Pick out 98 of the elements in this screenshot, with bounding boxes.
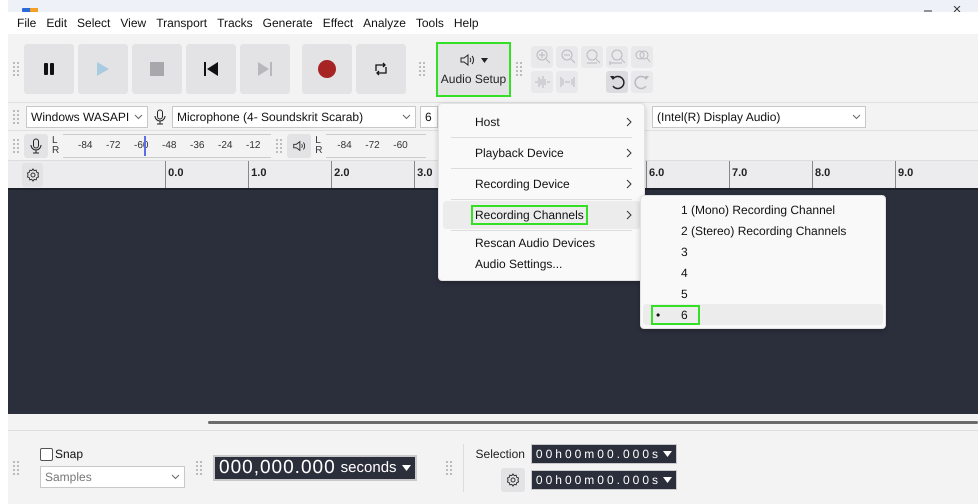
microphone-icon [30,138,42,154]
host-select[interactable]: Windows WASAPI [26,106,148,128]
settings-icon [26,168,40,182]
skip-end-icon [258,62,272,76]
selection-label: Selection [476,446,525,460]
meter-tick-label: -72 [105,140,122,151]
caret-icon [402,114,411,120]
grip-handle[interactable] [12,110,20,124]
chevron-right-icon [626,117,632,127]
playback-meter[interactable]: -84 -72 -60 [326,134,426,158]
menu-item[interactable]: Effect [318,16,358,30]
horizontal-scrollbar[interactable] [208,420,978,424]
caret-icon [852,114,861,120]
app-logo-icon [22,8,38,12]
settings-button[interactable] [500,468,525,492]
meter-tick-label: -48 [161,140,178,151]
menu-item[interactable]: Generate [258,16,318,30]
settings-icon [506,472,520,486]
pause-button[interactable] [24,44,74,94]
grip-handle[interactable] [418,62,426,76]
speaker-icon [292,138,306,152]
trim-icon [534,74,550,88]
menu-item[interactable]: 2 (Stereo) Recording Channels [643,220,883,241]
menu-item[interactable]: • 6 [643,304,883,325]
grip-handle[interactable] [444,460,453,474]
grip-handle[interactable] [12,138,20,152]
meter-tick-label: -60 [392,140,409,151]
zoom-out-icon [558,48,576,65]
record-button[interactable] [302,44,352,94]
tool-button[interactable] [606,70,628,92]
caret-icon [134,114,143,120]
menu-item[interactable]: 3 [643,241,883,262]
zoom-fit-icon [584,48,600,65]
chevron-right-icon [626,148,632,158]
chevron-right-icon [626,179,632,189]
record-meter-button[interactable] [24,134,48,158]
menu-item[interactable]: Audio Settings... [443,253,640,274]
play-icon [96,61,110,77]
menu-item[interactable]: Host [443,108,640,136]
pause-icon [43,62,55,76]
menu-item[interactable]: Analyze [358,16,411,30]
undo-icon [609,74,625,90]
grip-handle[interactable] [12,460,20,474]
selection-end-field[interactable]: 00h00m00.000s [530,470,677,490]
snap-unit-select[interactable]: Samples [40,466,185,488]
grip-handle[interactable] [195,460,203,474]
channel-labels: L R [52,136,60,156]
menu-item[interactable]: Edit [41,16,72,30]
audio-setup-button[interactable]: Audio Setup [436,42,511,96]
caret-icon [402,464,411,470]
chevron-right-icon [626,210,632,220]
selection-bullet: • [656,308,662,322]
menu-item[interactable]: View [115,16,152,30]
grip-handle[interactable] [12,62,20,76]
channels-select[interactable]: 6 [420,106,438,128]
playback-meter-button[interactable] [287,134,312,158]
menu-item[interactable]: File [12,16,42,30]
selection-start-field[interactable]: 00h00m00.000s [530,444,677,464]
channel-labels: L R [315,136,322,156]
playback-device-select[interactable]: (Intel(R) Display Audio) [652,106,866,128]
zoom-fit-icon [608,48,626,65]
skip-start-icon [204,62,218,76]
menu-item[interactable]: Help [448,16,484,30]
time-display[interactable]: 000,000.000 seconds [213,454,417,480]
silence-icon [558,74,576,88]
menu-item[interactable]: Recording Channels [443,201,640,229]
recording-device-select[interactable]: Microphone (4- Soundskrit Scarab) [172,106,416,128]
caret-icon [171,474,180,480]
meter-tick-label: -36 [189,140,206,151]
grip-handle[interactable] [275,138,284,152]
meter-tick-label: -12 [245,140,262,151]
snap-checkbox[interactable]: Snap [40,447,185,461]
grip-handle[interactable] [515,62,523,76]
meter-tick-label: -84 [77,140,94,151]
menu-item[interactable]: Transport [151,16,212,30]
speaker-icon [459,52,475,68]
menu-item[interactable]: 1 (Mono) Recording Channel [643,199,883,220]
zoom-toggle-icon [634,48,650,65]
menu-item[interactable]: Select [72,16,116,30]
meter-tick-label: -84 [336,140,353,151]
stop-icon [150,62,164,76]
skip-start-button[interactable] [186,44,236,94]
redo-icon [634,74,650,90]
menu-item[interactable]: Tools [410,16,449,30]
microphone-icon [154,108,166,124]
settings-button[interactable] [22,162,44,186]
loop-icon [373,61,389,77]
caret-icon [663,476,672,482]
meter-tick-label: -24 [217,140,234,151]
menu-item[interactable]: 4 [643,262,883,283]
menu-item[interactable]: Tracks [212,16,258,30]
caret-icon [663,450,672,456]
zoom-in-icon [534,48,550,65]
menu-item[interactable]: Rescan Audio Devices [443,232,640,253]
record-icon [318,60,336,78]
menu-item[interactable]: 5 [643,283,883,304]
caret-icon [481,58,488,62]
meter-tick-label: -72 [364,140,381,151]
